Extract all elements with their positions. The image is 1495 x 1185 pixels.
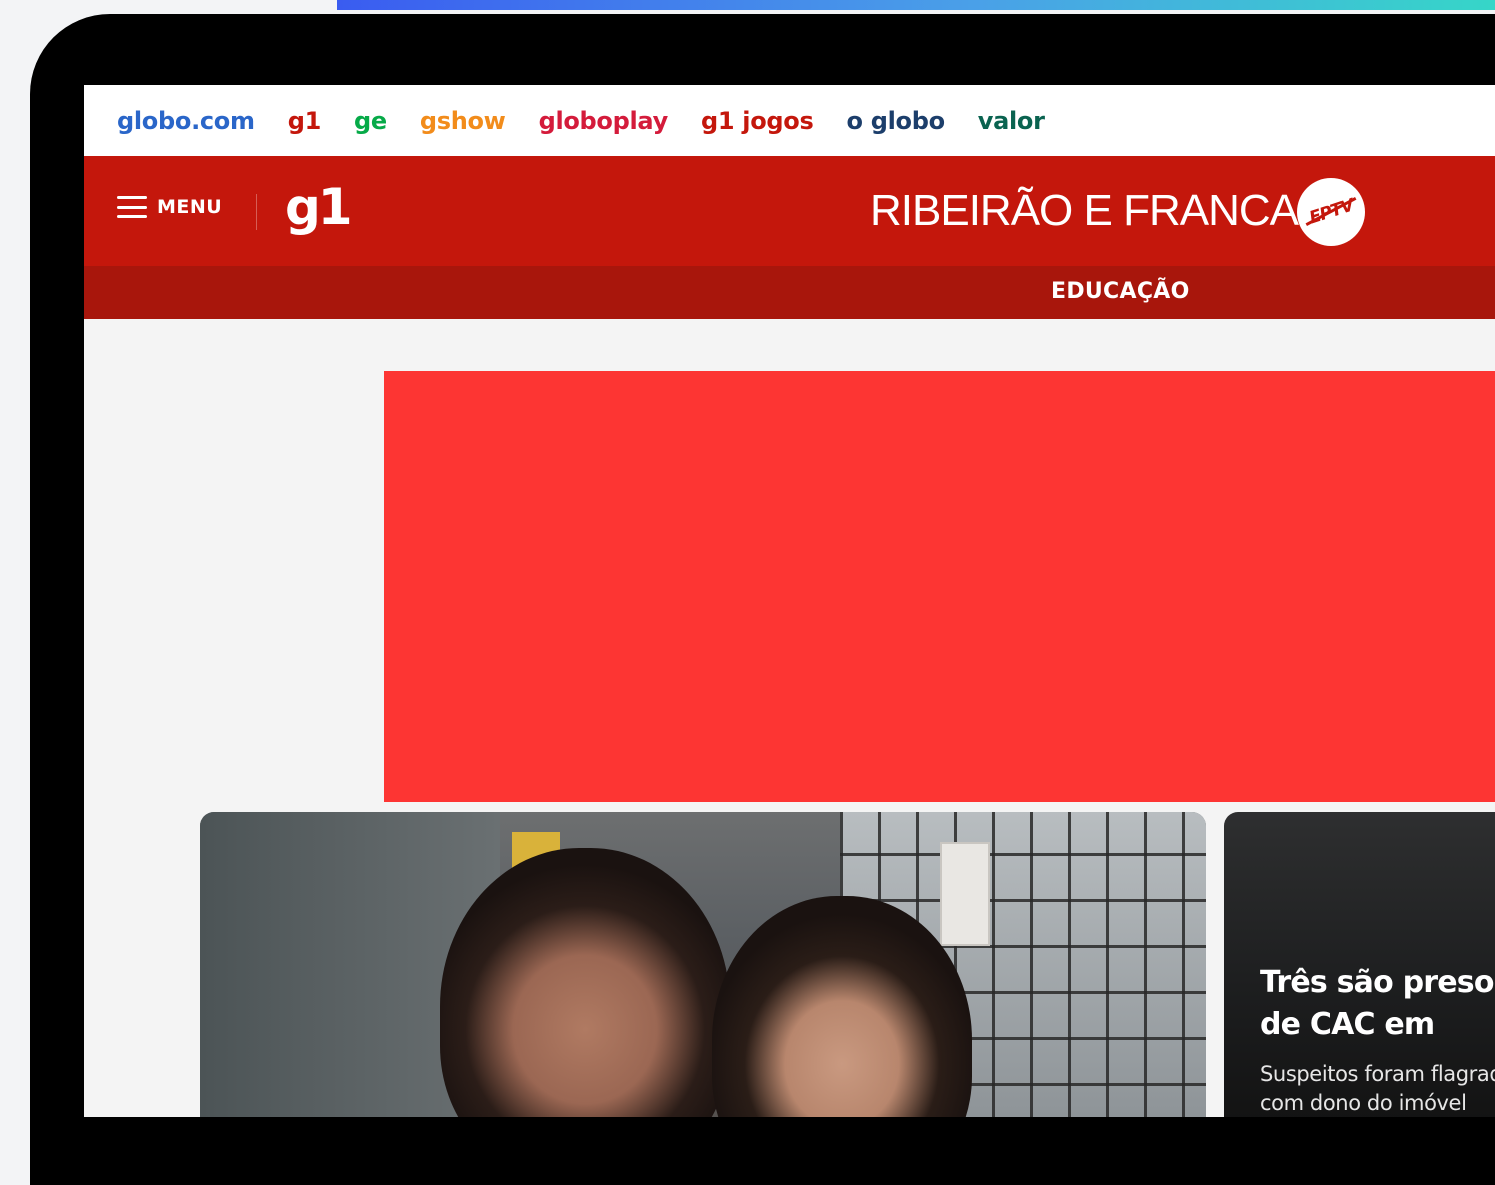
- photo-no-smoking-sign: [940, 842, 990, 946]
- browser-viewport: globo.com g1 ge gshow globoplay g1 jogos…: [84, 85, 1495, 1117]
- network-link-gshow[interactable]: gshow: [420, 107, 506, 135]
- menu-button[interactable]: MENU: [117, 196, 222, 218]
- network-link-ge[interactable]: ge: [354, 107, 387, 135]
- network-link-o-globo[interactable]: o globo: [846, 107, 945, 135]
- region-title[interactable]: RIBEIRÃO E FRANCA: [870, 186, 1299, 236]
- menu-label: MENU: [157, 196, 223, 218]
- advertisement-banner[interactable]: [384, 371, 1495, 802]
- side-story-card[interactable]: Três são presos em casa de CAC em Suspei…: [1224, 812, 1495, 1117]
- g1-logo[interactable]: g1: [285, 178, 353, 236]
- eptv-badge-text: EPTV: [1306, 195, 1356, 229]
- network-link-globoplay[interactable]: globoplay: [539, 107, 669, 135]
- eptv-logo-icon[interactable]: EPTV: [1297, 178, 1365, 246]
- network-link-g1[interactable]: g1: [288, 107, 322, 135]
- globo-network-bar: globo.com g1 ge gshow globoplay g1 jogos…: [84, 85, 1495, 156]
- section-title[interactable]: EDUCAÇÃO: [1051, 279, 1190, 304]
- network-link-globo-com[interactable]: globo.com: [117, 107, 255, 135]
- top-gradient-strip: [337, 0, 1495, 10]
- network-link-valor[interactable]: valor: [978, 107, 1045, 135]
- header-divider: [256, 194, 257, 230]
- g1-header: MENU g1 RIBEIRÃO E FRANCA EPTV: [84, 156, 1495, 266]
- page: globo.com g1 ge gshow globoplay g1 jogos…: [0, 0, 1495, 1185]
- section-bar: EDUCAÇÃO: [84, 266, 1495, 319]
- side-story-summary: Suspeitos foram flagrados trocando tiros…: [1260, 1062, 1495, 1115]
- hamburger-icon: [117, 196, 147, 218]
- side-story-headline[interactable]: Três são presos em casa de CAC em: [1260, 962, 1495, 1046]
- network-link-g1-jogos[interactable]: g1 jogos: [701, 107, 814, 135]
- featured-story-card[interactable]: [200, 812, 1206, 1117]
